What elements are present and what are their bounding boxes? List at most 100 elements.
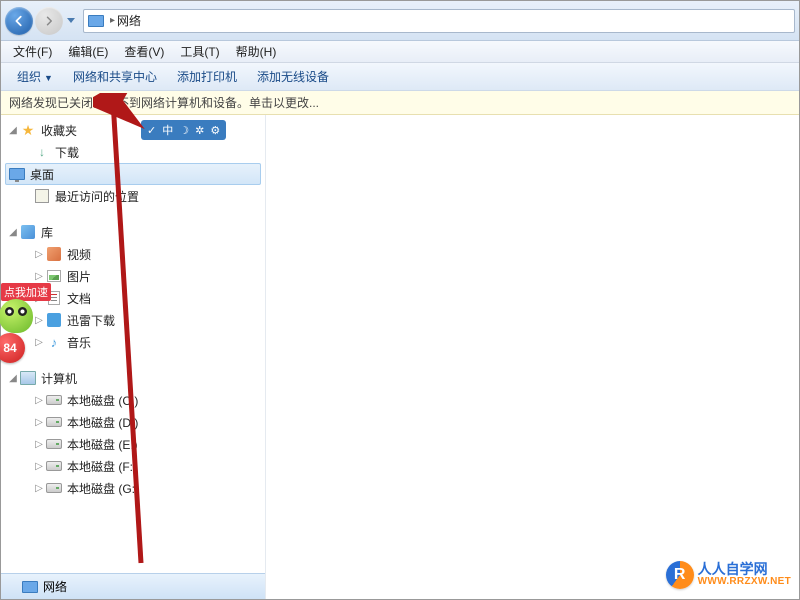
sidebar-item-disk-f[interactable]: ▷ 本地磁盘 (F:) [1,455,265,477]
sidebar-item-disk-d[interactable]: ▷ 本地磁盘 (D:) [1,411,265,433]
sidebar-item-label: 迅雷下载 [67,312,115,329]
info-message: 网络发现已关闭。看不到网络计算机和设备。单击以更改... [9,94,319,111]
toolbar: 组织▼ 网络和共享中心 添加打印机 添加无线设备 [1,63,799,91]
watermark-brand: 人人自学网 [698,562,791,577]
expand-icon[interactable]: ▷ [33,271,45,282]
sidebar-favorites-label: 收藏夹 [41,122,77,139]
menu-tools[interactable]: 工具(T) [172,41,227,62]
speedup-badge[interactable]: 点我加速 [1,283,51,301]
sidebar-item-label: 本地磁盘 (G:) [67,480,139,497]
library-icon [19,223,37,241]
sidebar-computer-label: 计算机 [41,370,77,387]
qb-zhong-icon[interactable]: 中 [162,122,173,138]
sidebar-computer-header[interactable]: ◢ 计算机 [1,367,265,389]
sidebar-item-network[interactable]: 网络 [1,573,265,599]
nav-back-button[interactable] [5,7,33,35]
breadcrumb-sep-icon: ▸ [110,15,115,26]
sidebar-item-desktop[interactable]: 桌面 [5,163,261,185]
sidebar-item-label: 视频 [67,246,91,263]
nav-forward-button[interactable] [35,7,63,35]
video-icon [45,245,63,263]
collapse-icon[interactable]: ◢ [7,227,19,238]
desktop-icon [8,165,26,183]
sidebar-item-disk-e[interactable]: ▷ 本地磁盘 (E:) [1,433,265,455]
sidebar-bottom: 网络 [1,573,265,599]
tool-add-wireless[interactable]: 添加无线设备 [247,65,339,88]
sidebar-item-label: 本地磁盘 (E:) [67,436,138,453]
sidebar-item-label: 本地磁盘 (C:) [67,392,138,409]
sidebar-item-music[interactable]: ▷ 音乐 [1,331,265,353]
sidebar-item-videos[interactable]: ▷ 视频 [1,243,265,265]
expand-icon[interactable]: ▷ [33,417,45,428]
qb-spark-icon[interactable]: ✲ [195,124,204,137]
sidebar-item-label: 桌面 [30,166,54,183]
expand-icon[interactable]: ▷ [33,337,45,348]
expand-icon[interactable]: ▷ [33,483,45,494]
sidebar-favorites-header[interactable]: ◢ ★ 收藏夹 ✓ 中 ☽ ✲ ⚙ [1,119,265,141]
sidebar-item-label: 图片 [67,268,91,285]
qb-gear-icon[interactable]: ⚙ [210,124,220,137]
sidebar-group-computer: ◢ 计算机 ▷ 本地磁盘 (C:) ▷ 本地磁盘 (D:) ▷ 本地磁盘 (E:… [1,367,265,499]
collapse-icon[interactable]: ◢ [7,373,19,384]
info-bar[interactable]: 网络发现已关闭。看不到网络计算机和设备。单击以更改... [1,91,799,115]
arrow-left-icon [12,14,26,28]
address-bar[interactable]: ▸ 网络 [83,9,795,33]
quick-toolbar: ✓ 中 ☽ ✲ ⚙ [141,120,226,140]
sidebar-item-label: 文档 [67,290,91,307]
menu-view[interactable]: 查看(V) [116,41,172,62]
body: ◢ ★ 收藏夹 ✓ 中 ☽ ✲ ⚙ 下载 桌面 [1,115,799,599]
drive-icon [45,457,63,475]
sidebar-item-label: 网络 [43,578,67,595]
mascot-icon [0,299,33,333]
xunlei-icon [45,311,63,329]
chevron-down-icon: ▼ [44,73,53,83]
star-icon: ★ [19,121,37,139]
recent-icon [33,187,51,205]
qb-moon-icon[interactable]: ☽ [179,124,189,137]
drive-icon [45,479,63,497]
drive-icon [45,413,63,431]
drive-icon [45,391,63,409]
expand-icon[interactable]: ▷ [33,395,45,406]
collapse-icon[interactable]: ◢ [7,125,19,136]
address-location: 网络 [117,12,141,29]
menu-help[interactable]: 帮助(H) [228,41,285,62]
expand-icon[interactable]: ▷ [33,249,45,260]
network-icon [88,13,104,29]
download-icon [33,143,51,161]
network-icon [21,578,39,596]
chevron-down-icon [67,18,75,24]
drive-icon [45,435,63,453]
watermark: R 人人自学网 WWW.RRZXW.NET [666,561,791,589]
content-pane [266,115,799,599]
sidebar-item-label: 音乐 [67,334,91,351]
menubar: 文件(F) 编辑(E) 查看(V) 工具(T) 帮助(H) [1,41,799,63]
tool-organize[interactable]: 组织▼ [7,65,63,88]
sidebar-item-recent[interactable]: 最近访问的位置 [1,185,265,207]
menu-edit[interactable]: 编辑(E) [60,41,116,62]
tool-add-printer[interactable]: 添加打印机 [167,65,247,88]
sidebar-libraries-label: 库 [41,224,53,241]
expand-icon[interactable]: ▷ [33,461,45,472]
sidebar-item-downloads[interactable]: 下载 [1,141,265,163]
tool-organize-label: 组织 [17,70,41,84]
expand-icon[interactable]: ▷ [33,315,45,326]
sidebar-libraries-header[interactable]: ◢ 库 [1,221,265,243]
titlebar: ▸ 网络 [1,1,799,41]
sidebar-group-favorites: ◢ ★ 收藏夹 ✓ 中 ☽ ✲ ⚙ 下载 桌面 [1,119,265,207]
expand-icon[interactable]: ▷ [33,439,45,450]
watermark-url: WWW.RRZXW.NET [698,577,791,588]
sidebar-item-label: 下载 [55,144,79,161]
sidebar-item-disk-c[interactable]: ▷ 本地磁盘 (C:) [1,389,265,411]
sidebar-item-label: 本地磁盘 (D:) [67,414,138,431]
sidebar-item-disk-g[interactable]: ▷ 本地磁盘 (G:) [1,477,265,499]
tool-network-center[interactable]: 网络和共享中心 [63,65,167,88]
computer-icon [19,369,37,387]
nav-history-dropdown[interactable] [65,7,77,35]
qb-check-icon[interactable]: ✓ [147,124,156,137]
arrow-right-icon [43,15,55,27]
sidebar-item-label: 本地磁盘 (F:) [67,458,137,475]
menu-file[interactable]: 文件(F) [5,41,60,62]
sidebar-item-xunlei[interactable]: ▷ 迅雷下载 [1,309,265,331]
music-icon [45,333,63,351]
